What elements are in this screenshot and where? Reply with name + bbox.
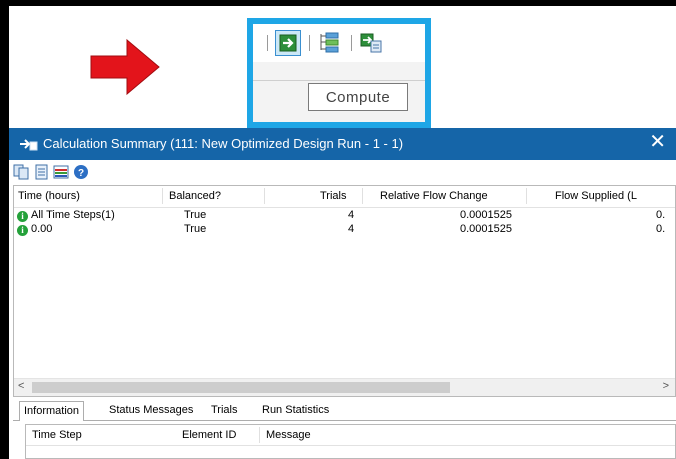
report-icon[interactable]	[33, 164, 49, 180]
window-titlebar[interactable]: Calculation Summary (111: New Optimized …	[9, 128, 676, 160]
column-header-time-step[interactable]: Time Step	[32, 429, 82, 441]
table-row[interactable]: i 0.00 True 4 0.0001525 0.	[14, 222, 675, 237]
toolbar-separator	[309, 35, 310, 51]
scroll-left-icon[interactable]: <	[18, 380, 24, 392]
information-panel: Time Step Element ID Message	[25, 424, 676, 459]
screenshot-frame: Compute Calculation Summary (111: New Op…	[9, 6, 676, 459]
column-header-trials[interactable]: Trials	[320, 190, 346, 202]
tab-run-statistics[interactable]: Run Statistics	[258, 401, 333, 421]
table-row[interactable]: i All Time Steps(1) True 4 0.0001525 0.	[14, 208, 675, 223]
column-divider	[362, 188, 363, 204]
window-title: Calculation Summary (111: New Optimized …	[43, 136, 404, 151]
column-header-flow-supplied[interactable]: Flow Supplied (L	[555, 190, 637, 202]
summary-grid: Time (hours) Balanced? Trials Relative F…	[13, 185, 676, 397]
horizontal-scrollbar[interactable]: < >	[14, 378, 675, 396]
column-header-element-id[interactable]: Element ID	[182, 429, 236, 441]
row-flow-supplied: 0.	[656, 223, 666, 235]
tab-status-messages[interactable]: Status Messages	[105, 401, 197, 421]
close-button[interactable]: ✕	[649, 132, 666, 152]
calculation-summary-window: Calculation Summary (111: New Optimized …	[9, 128, 676, 459]
row-balanced: True	[184, 223, 207, 235]
column-divider	[259, 427, 260, 443]
copy-results-icon	[360, 33, 382, 53]
toolbar-separator	[351, 35, 352, 51]
row-trials: 4	[348, 209, 355, 221]
tab-trials[interactable]: Trials	[207, 401, 241, 421]
graph-icon[interactable]	[53, 164, 69, 180]
copy-results-button[interactable]	[359, 30, 385, 56]
compute-button[interactable]	[275, 30, 301, 56]
row-time: 0.00	[31, 223, 53, 235]
row-time: All Time Steps(1)	[31, 209, 115, 221]
row-rel-flow-change: 0.0001525	[460, 209, 512, 221]
help-icon[interactable]: ?	[73, 164, 89, 180]
toolbar-separator	[267, 35, 268, 51]
divider	[253, 80, 425, 81]
main-toolbar	[253, 24, 425, 62]
column-divider	[526, 188, 527, 204]
column-header-balanced[interactable]: Balanced?	[169, 190, 221, 202]
column-divider	[264, 188, 265, 204]
copy-icon[interactable]	[13, 164, 29, 180]
tab-information[interactable]: Information	[19, 401, 85, 421]
element-tree-button[interactable]	[317, 30, 343, 56]
info-icon: i	[17, 225, 28, 236]
scroll-thumb[interactable]	[32, 382, 450, 393]
scroll-right-icon[interactable]: >	[663, 380, 669, 392]
column-header-message[interactable]: Message	[266, 429, 311, 441]
row-flow-supplied: 0.	[656, 209, 666, 221]
row-time-cell: i 0.00	[17, 223, 52, 236]
information-header: Time Step Element ID Message	[26, 425, 675, 446]
red-arrow-annotation	[90, 38, 160, 96]
element-tree-icon	[320, 32, 339, 53]
calculation-summary-app-icon	[20, 139, 38, 151]
toolbar-callout: Compute	[247, 18, 431, 128]
row-balanced: True	[184, 209, 207, 221]
column-header-relative-flow-change[interactable]: Relative Flow Change	[380, 190, 488, 202]
compute-tooltip: Compute	[308, 83, 408, 111]
grid-header: Time (hours) Balanced? Trials Relative F…	[14, 186, 675, 208]
row-trials: 4	[348, 223, 355, 235]
svg-text:?: ?	[78, 168, 84, 179]
row-time-cell: i All Time Steps(1)	[17, 209, 115, 222]
column-header-time[interactable]: Time (hours)	[18, 190, 80, 202]
summary-toolbar: ?	[9, 160, 676, 184]
row-rel-flow-change: 0.0001525	[460, 223, 512, 235]
info-icon: i	[17, 211, 28, 222]
column-divider	[162, 188, 163, 204]
compute-icon	[279, 34, 297, 52]
